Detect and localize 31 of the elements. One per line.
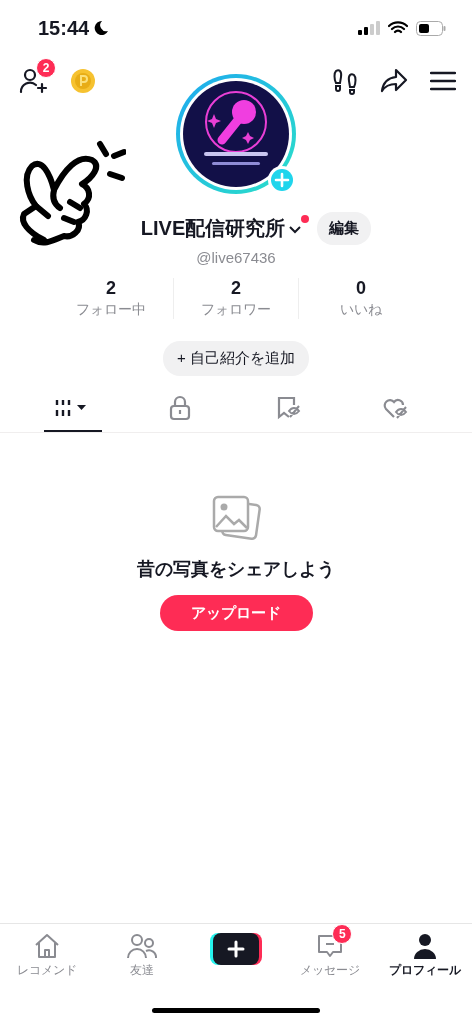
nav-tab[interactable]: レコメンド (2, 924, 93, 984)
moon-icon (93, 20, 110, 36)
lock-icon (169, 395, 191, 421)
stat-count: 2 (106, 278, 116, 299)
edit-button[interactable]: 編集 (317, 212, 372, 245)
nav-tab[interactable]: 友達 (96, 924, 187, 984)
upload-button[interactable]: アップロード (159, 595, 313, 631)
people-icon (125, 932, 158, 960)
stat-label: フォロー中 (76, 301, 146, 319)
plus-icon (208, 932, 263, 966)
empty-message: 昔の写真をシェアしよう (137, 558, 335, 581)
share-icon[interactable] (380, 68, 408, 94)
signal-icon (358, 21, 380, 35)
stat-count: 2 (231, 278, 241, 299)
photos-icon (210, 493, 262, 541)
clock-time: 15:44 (38, 16, 90, 40)
battery-icon (416, 20, 446, 36)
add-bio-button[interactable]: + 自己紹介を追加 (163, 341, 309, 376)
nav-tab[interactable]: プロフィール (379, 924, 470, 984)
notification-badge: 2 (36, 58, 56, 78)
wifi-icon (388, 21, 408, 35)
bookmark-hidden-icon (275, 395, 301, 421)
stat-count: 0 (356, 278, 366, 299)
stat-label: フォロワー (201, 301, 271, 319)
username: @live67436 (195, 249, 277, 266)
profile-name: LIVE配信研究所 (140, 216, 286, 241)
nav-tab[interactable]: 5 メッセージ (285, 924, 376, 984)
menu-icon[interactable] (430, 70, 456, 92)
stat-label: いいね (340, 301, 382, 319)
notification-badge: 5 (332, 924, 353, 944)
footprints-icon[interactable] (332, 67, 358, 95)
